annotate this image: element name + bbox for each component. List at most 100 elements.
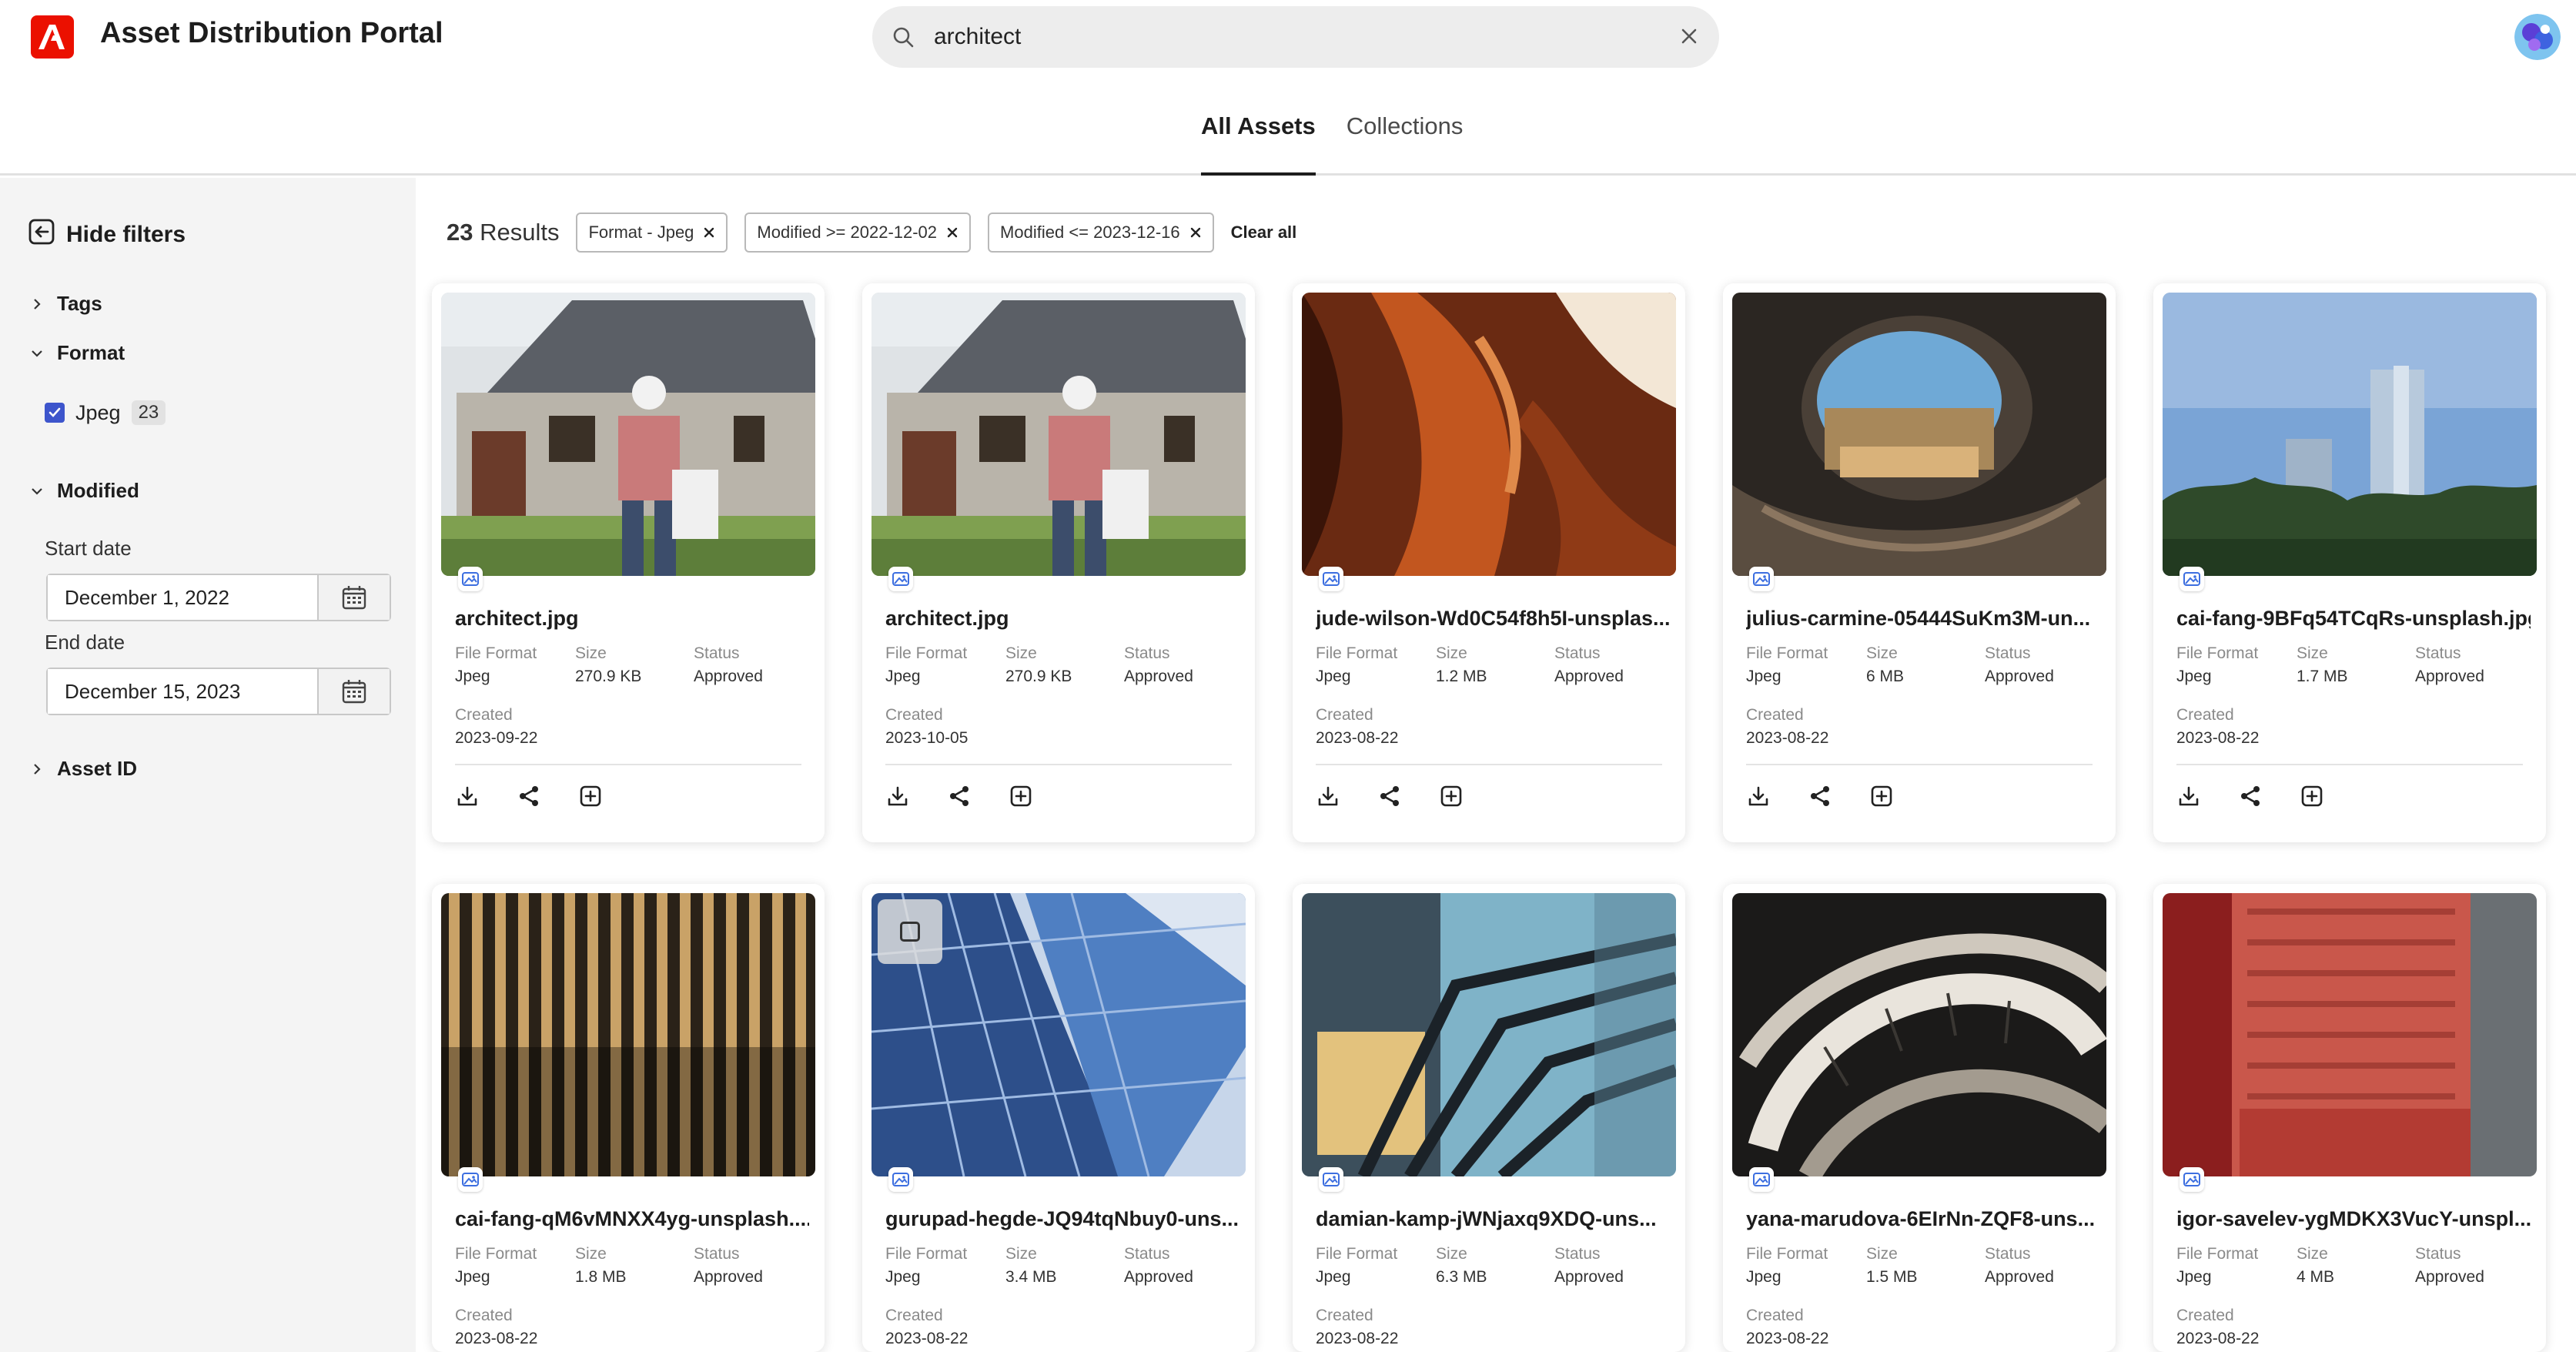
asset-thumbnail[interactable] [1302, 893, 1676, 1176]
status-field: Status Approved [694, 1245, 763, 1286]
asset-card[interactable]: architect.jpg File Format Jpeg Size 270.9 … [862, 283, 1255, 842]
download-icon[interactable] [455, 784, 480, 808]
filter-chip-format[interactable]: Format - Jpeg [576, 213, 728, 253]
results-toolbar: 23 Results Format - Jpeg Modified >= 202… [447, 212, 1296, 253]
adobe-logo-icon[interactable] [31, 15, 74, 59]
facet-asset-id[interactable]: Asset ID [31, 757, 137, 781]
file-format-field: File Format Jpeg [1316, 644, 1398, 685]
share-icon[interactable] [947, 784, 972, 808]
clear-search-icon[interactable] [1679, 26, 1699, 50]
facet-tags[interactable]: Tags [31, 292, 102, 316]
card-actions [1316, 784, 1464, 808]
created-field: Created 2023-10-05 [885, 706, 969, 747]
asset-title[interactable]: julius-carmine-05444SuKm3M-un... [1746, 607, 2100, 631]
size-field: Size 1.7 MB [2297, 644, 2348, 685]
facet-label: Tags [57, 292, 102, 315]
created-field: Created 2023-08-22 [885, 1307, 969, 1347]
file-format-field: File Format Jpeg [885, 644, 968, 685]
asset-card[interactable]: igor-savelev-ygMDKX3VucY-unspl... File F… [2153, 884, 2546, 1352]
download-icon[interactable] [885, 784, 910, 808]
chip-label: Modified >= 2022-12-02 [757, 223, 938, 242]
asset-thumbnail[interactable] [2163, 293, 2537, 576]
divider [1316, 764, 1662, 765]
end-date-input[interactable] [48, 669, 319, 714]
asset-card[interactable]: cai-fang-qM6vMNXX4yg-unsplash.... File F… [432, 884, 825, 1352]
image-type-icon [888, 1167, 913, 1192]
hide-filters-button[interactable]: Hide filters [28, 218, 186, 252]
asset-thumbnail[interactable] [1732, 893, 2106, 1176]
add-to-collection-icon[interactable] [2300, 784, 2324, 808]
share-icon[interactable] [517, 784, 541, 808]
asset-thumbnail[interactable] [871, 293, 1246, 576]
asset-thumbnail[interactable] [2163, 893, 2537, 1176]
asset-title[interactable]: damian-kamp-jWNjaxq9XDQ-uns... [1316, 1207, 1670, 1231]
download-icon[interactable] [2176, 784, 2201, 808]
asset-title[interactable]: jude-wilson-Wd0C54f8h5I-unsplas... [1316, 607, 1670, 631]
asset-thumbnail[interactable] [441, 293, 815, 576]
add-to-collection-icon[interactable] [1869, 784, 1894, 808]
add-to-collection-icon[interactable] [578, 784, 603, 808]
clear-all-button[interactable]: Clear all [1231, 223, 1297, 243]
status-field: Status Approved [1124, 644, 1193, 685]
asset-title[interactable]: igor-savelev-ygMDKX3VucY-unspl... [2176, 1207, 2531, 1231]
asset-title[interactable]: yana-marudova-6EIrNn-ZQF8-uns... [1746, 1207, 2100, 1231]
asset-card[interactable]: julius-carmine-05444SuKm3M-un... File Fo… [1723, 283, 2116, 842]
image-type-icon [1319, 567, 1343, 591]
status-field: Status Approved [2415, 644, 2484, 685]
search-bar[interactable] [872, 6, 1719, 68]
remove-filter-icon[interactable] [946, 226, 958, 239]
remove-filter-icon[interactable] [703, 226, 715, 239]
size-field: Size 1.2 MB [1436, 644, 1487, 685]
facet-modified[interactable]: Modified [31, 479, 139, 503]
asset-thumbnail[interactable] [1302, 293, 1676, 576]
start-date-calendar-button[interactable] [319, 575, 390, 620]
asset-card[interactable]: cai-fang-9BFq54TCqRs-unsplash.jpg File F… [2153, 283, 2546, 842]
created-field: Created 2023-08-22 [1746, 706, 1829, 747]
download-icon[interactable] [1746, 784, 1771, 808]
asset-title[interactable]: gurupad-hegde-JQ94tqNbuy0-uns... [885, 1207, 1239, 1231]
created-field: Created 2023-08-22 [455, 1307, 538, 1347]
facet-label: Modified [57, 479, 139, 502]
filter-chip-modified-to[interactable]: Modified <= 2023-12-16 [988, 213, 1214, 253]
filter-chip-modified-from[interactable]: Modified >= 2022-12-02 [744, 213, 972, 253]
asset-title[interactable]: architect.jpg [455, 607, 809, 631]
share-icon[interactable] [2238, 784, 2263, 808]
start-date-input[interactable] [48, 575, 319, 620]
asset-title[interactable]: cai-fang-qM6vMNXX4yg-unsplash.... [455, 1207, 809, 1231]
remove-filter-icon[interactable] [1189, 226, 1202, 239]
asset-thumbnail[interactable] [441, 893, 815, 1176]
checkmark-icon [49, 407, 61, 417]
user-avatar[interactable] [2514, 14, 2561, 60]
asset-title[interactable]: cai-fang-9BFq54TCqRs-unsplash.jpg [2176, 607, 2531, 631]
asset-card[interactable]: yana-marudova-6EIrNn-ZQF8-uns... File Fo… [1723, 884, 2116, 1352]
tab-collections[interactable]: Collections [1347, 108, 1464, 176]
jpeg-checkbox[interactable] [45, 403, 65, 423]
download-icon[interactable] [1316, 784, 1340, 808]
asset-card[interactable]: gurupad-hegde-JQ94tqNbuy0-uns... File Fo… [862, 884, 1255, 1352]
share-icon[interactable] [1808, 784, 1832, 808]
status-field: Status Approved [1554, 1245, 1624, 1286]
size-field: Size 4 MB [2297, 1245, 2335, 1286]
size-field: Size 270.9 KB [575, 644, 642, 685]
asset-thumbnail[interactable] [1732, 293, 2106, 576]
file-format-field: File Format Jpeg [2176, 1245, 2259, 1286]
asset-title[interactable]: architect.jpg [885, 607, 1239, 631]
add-to-collection-icon[interactable] [1009, 784, 1033, 808]
format-option-jpeg[interactable]: Jpeg 23 [45, 400, 166, 425]
select-checkbox[interactable] [878, 899, 942, 964]
view-tabs: All Assets Collections [1201, 108, 1463, 176]
end-date-calendar-button[interactable] [319, 669, 390, 714]
created-field: Created 2023-09-22 [455, 706, 538, 747]
created-field: Created 2023-08-22 [1316, 706, 1399, 747]
facet-format[interactable]: Format [31, 341, 125, 365]
search-input[interactable] [934, 17, 1627, 57]
asset-card[interactable]: jude-wilson-Wd0C54f8h5I-unsplas... File … [1293, 283, 1685, 842]
asset-card[interactable]: damian-kamp-jWNjaxq9XDQ-uns... File Form… [1293, 884, 1685, 1352]
file-format-field: File Format Jpeg [1746, 644, 1828, 685]
tab-all-assets[interactable]: All Assets [1201, 108, 1316, 176]
asset-card[interactable]: architect.jpg File Format Jpeg Size 270.9 … [432, 283, 825, 842]
share-icon[interactable] [1377, 784, 1402, 808]
file-format-field: File Format Jpeg [885, 1245, 968, 1286]
image-type-icon [2180, 1167, 2204, 1192]
add-to-collection-icon[interactable] [1439, 784, 1464, 808]
